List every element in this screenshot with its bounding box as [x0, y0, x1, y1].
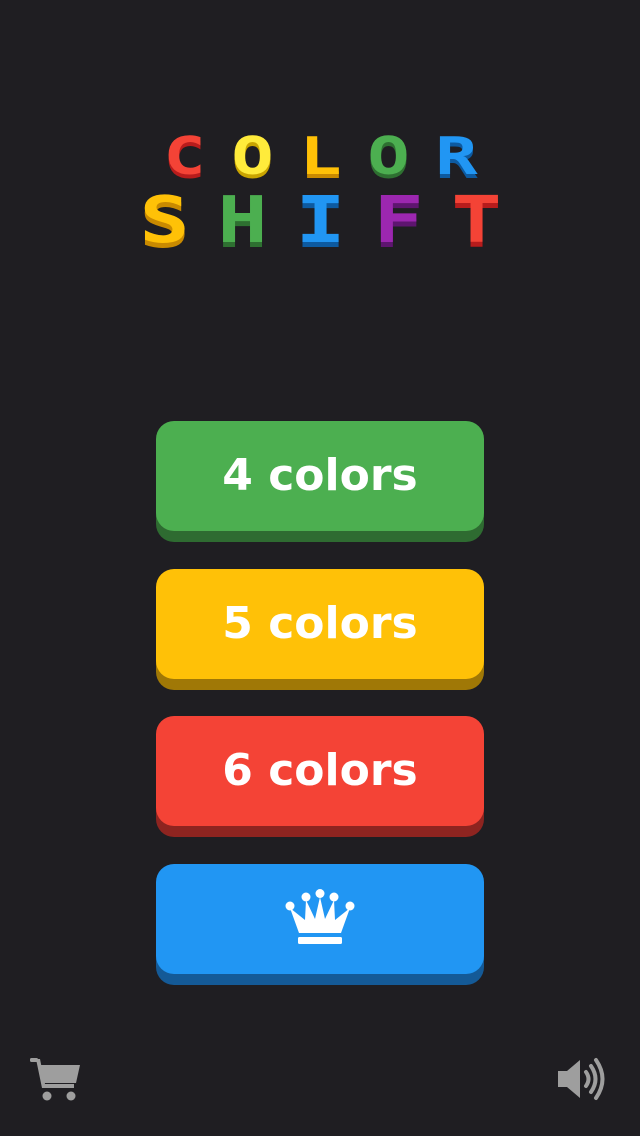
- leaderboard-button[interactable]: [156, 864, 484, 974]
- logo-letter: R: [435, 127, 478, 187]
- logo-line-color: C O L O R: [152, 131, 489, 183]
- five-colors-button[interactable]: 5 colors: [156, 569, 484, 679]
- speaker-volume-icon[interactable]: [556, 1056, 608, 1102]
- shopping-cart-icon[interactable]: [30, 1056, 82, 1102]
- logo-line-shift: S H I F T: [127, 189, 514, 253]
- logo-letter: T: [451, 184, 502, 258]
- crown-icon: [285, 889, 355, 944]
- four-colors-button[interactable]: 4 colors: [156, 421, 484, 531]
- six-colors-button[interactable]: 6 colors: [156, 716, 484, 826]
